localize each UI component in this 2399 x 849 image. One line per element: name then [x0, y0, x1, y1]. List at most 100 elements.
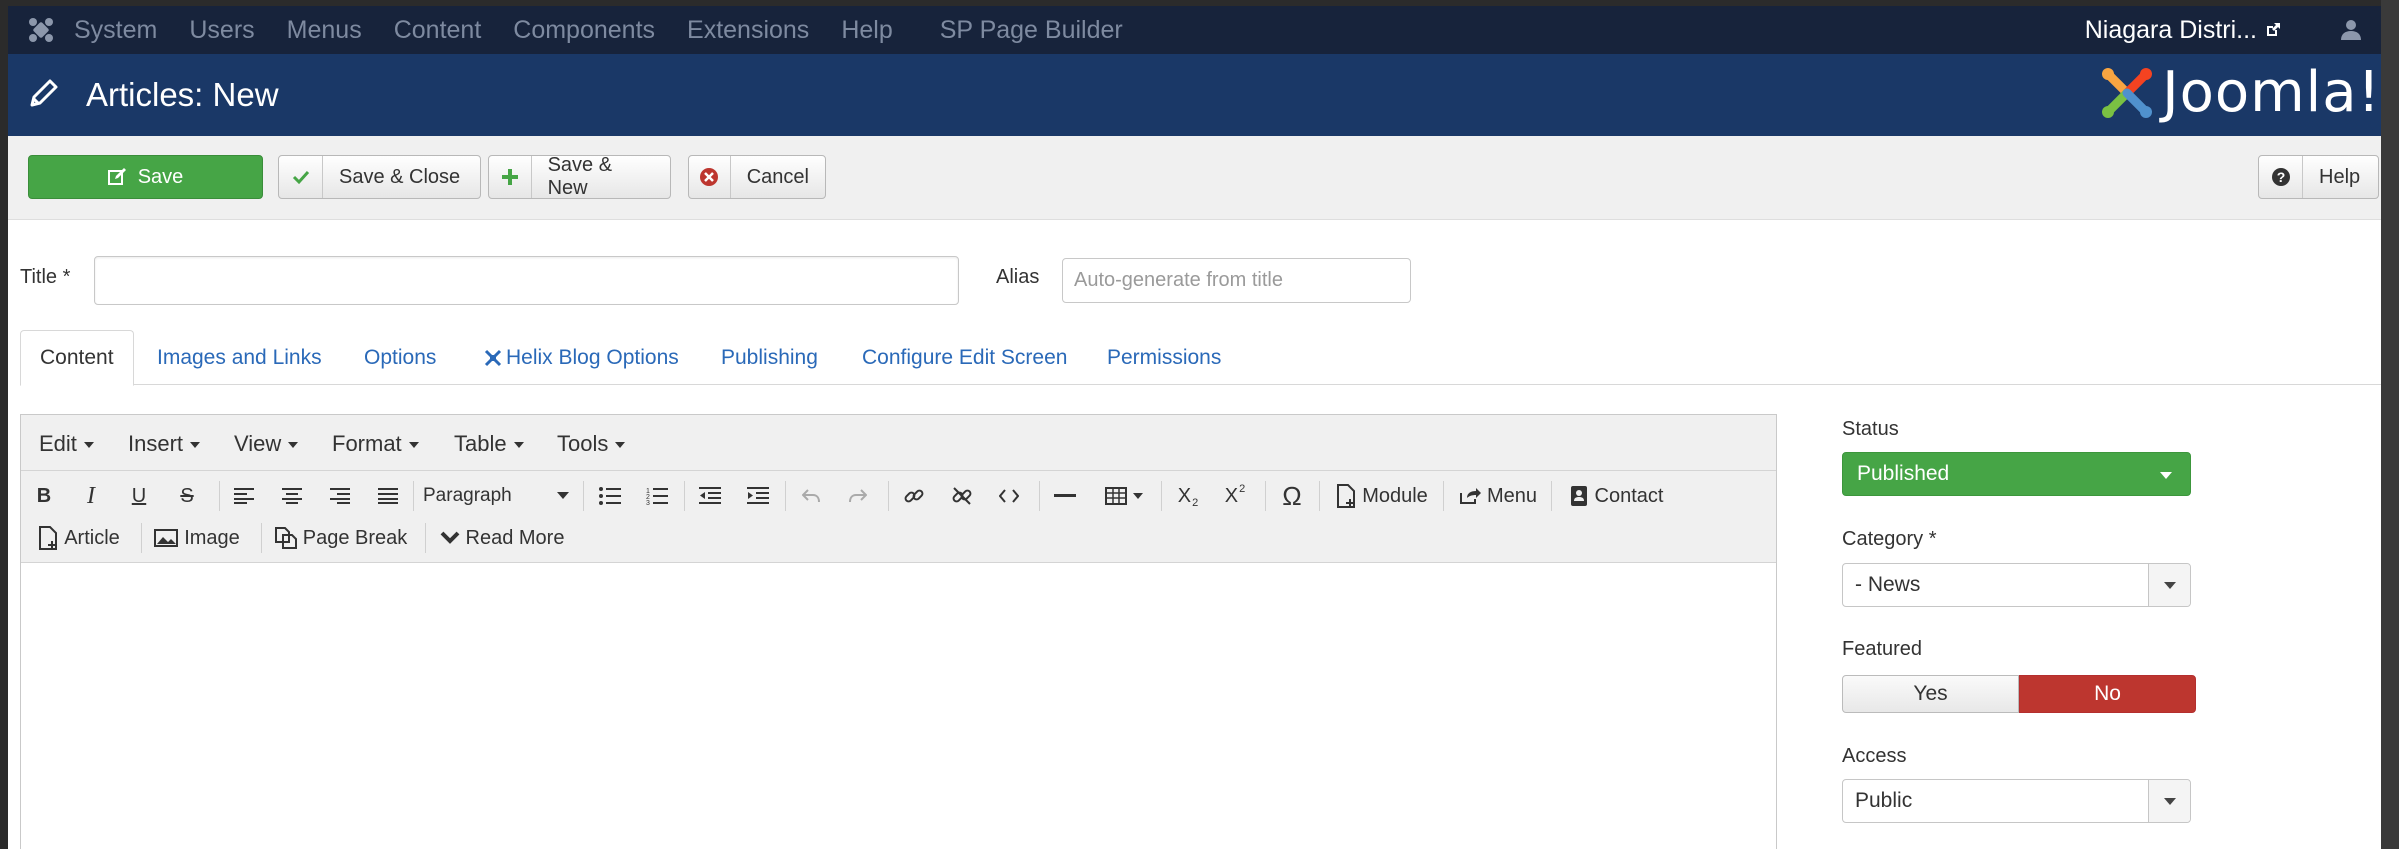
outdent-icon[interactable]	[695, 479, 725, 513]
justify-icon[interactable]	[373, 479, 403, 513]
tab-permissions[interactable]: Permissions	[1107, 330, 1221, 385]
numbered-list-icon[interactable]: 123	[642, 479, 672, 513]
article-button[interactable]: Article	[33, 521, 125, 555]
category-select[interactable]: - News	[1842, 563, 2191, 607]
unlink-icon[interactable]	[947, 479, 977, 513]
nav-extensions[interactable]: Extensions	[687, 16, 809, 45]
indent-icon[interactable]	[743, 479, 773, 513]
align-center-icon[interactable]	[277, 479, 307, 513]
editor-menu-tools[interactable]: Tools	[557, 431, 625, 457]
special-character-icon[interactable]: Ω	[1275, 479, 1309, 513]
toolbar-separator	[1039, 481, 1040, 511]
save-button[interactable]: Save	[28, 155, 263, 199]
format-select-value: Paragraph	[423, 485, 512, 506]
code-icon[interactable]	[994, 479, 1024, 513]
bullet-list-icon[interactable]	[595, 479, 625, 513]
tab-images-and-links[interactable]: Images and Links	[157, 330, 322, 385]
alias-field[interactable]	[1062, 258, 1411, 303]
help-button[interactable]: ? Help	[2258, 155, 2379, 199]
category-label: Category *	[1842, 528, 1937, 550]
table-icon[interactable]	[1099, 479, 1149, 513]
file-add-icon	[1337, 484, 1356, 508]
toolbar-separator	[141, 523, 142, 553]
admin-top-nav: System Users Menus Content Components Ex…	[8, 6, 2381, 54]
status-select[interactable]: Published	[1842, 452, 2191, 496]
align-right-icon[interactable]	[325, 479, 355, 513]
toolbar-separator	[413, 481, 414, 511]
format-select[interactable]: Paragraph	[423, 479, 573, 513]
svg-text:3: 3	[646, 500, 650, 505]
toolbar-separator	[888, 481, 889, 511]
menu-button[interactable]: Menu	[1453, 479, 1543, 513]
picture-icon	[154, 529, 179, 547]
nav-sp-page-builder[interactable]: SP Page Builder	[940, 16, 1123, 45]
module-button[interactable]: Module	[1329, 479, 1435, 513]
editor-menu-view[interactable]: View	[234, 431, 298, 457]
alias-label: Alias	[996, 266, 1040, 288]
chevron-down-icon	[440, 531, 459, 544]
read-more-label: Read More	[465, 526, 565, 549]
article-editor: Edit Insert View Format Table Tools B I …	[20, 414, 1777, 849]
nav-menus[interactable]: Menus	[287, 16, 362, 45]
link-icon[interactable]	[899, 479, 929, 513]
tab-configure-edit-screen[interactable]: Configure Edit Screen	[862, 330, 1067, 385]
cancel-circle-icon	[689, 156, 731, 198]
joomla-menu-icon[interactable]	[8, 17, 74, 43]
share-icon	[1459, 488, 1481, 504]
image-button[interactable]: Image	[151, 521, 243, 555]
strikethrough-icon[interactable]: S	[172, 479, 202, 513]
tab-helix-blog-options[interactable]: Helix Blog Options	[484, 330, 679, 385]
tab-content[interactable]: Content	[20, 330, 134, 386]
redo-icon[interactable]	[843, 479, 873, 513]
chevron-down-icon	[557, 492, 569, 499]
page-break-button[interactable]: Page Break	[271, 521, 411, 555]
contact-button[interactable]: Contact	[1561, 479, 1671, 513]
editor-menu-edit[interactable]: Edit	[39, 431, 94, 457]
tab-options[interactable]: Options	[364, 330, 436, 385]
tab-helix-label: Helix Blog Options	[506, 345, 679, 369]
access-select[interactable]: Public	[1842, 779, 2191, 823]
cancel-label: Cancel	[746, 165, 809, 188]
underline-icon[interactable]: U	[124, 479, 154, 513]
tab-publishing[interactable]: Publishing	[721, 330, 818, 385]
horizontal-line-icon[interactable]	[1050, 479, 1080, 513]
site-link[interactable]: Niagara Distri...	[2085, 16, 2281, 45]
toolbar-separator	[1161, 481, 1162, 511]
address-book-icon	[1570, 486, 1587, 506]
featured-toggle: Yes No	[1842, 675, 2196, 713]
nav-system[interactable]: System	[74, 16, 157, 45]
copy-icon	[274, 527, 297, 549]
page-title: Articles: New	[86, 76, 279, 113]
read-more-button[interactable]: Read More	[435, 521, 569, 555]
editor-content-area[interactable]	[21, 564, 1776, 849]
subscript-icon[interactable]: X2	[1171, 479, 1205, 513]
nav-help[interactable]: Help	[841, 16, 892, 45]
joomla-logo-icon	[2102, 67, 2153, 118]
joomla-wordmark: Joomla!	[2162, 60, 2381, 125]
featured-yes-button[interactable]: Yes	[1842, 675, 2019, 713]
cancel-button[interactable]: Cancel	[688, 155, 826, 199]
italic-icon[interactable]: I	[76, 479, 106, 513]
nav-components[interactable]: Components	[513, 16, 655, 45]
screen-edge-left	[0, 0, 8, 849]
featured-no-button[interactable]: No	[2019, 675, 2196, 713]
superscript-icon[interactable]: X2	[1218, 479, 1252, 513]
editor-menu-format[interactable]: Format	[332, 431, 419, 457]
align-left-icon[interactable]	[229, 479, 259, 513]
bold-icon[interactable]: B	[29, 479, 59, 513]
editor-menu-insert[interactable]: Insert	[128, 431, 200, 457]
file-add-icon	[39, 526, 58, 550]
nav-content[interactable]: Content	[394, 16, 482, 45]
nav-users[interactable]: Users	[189, 16, 254, 45]
save-close-button[interactable]: Save & Close	[278, 155, 481, 199]
edit-icon	[107, 168, 126, 185]
action-toolbar: Save Save & Close Save & New Cancel ? He…	[8, 136, 2381, 220]
editor-menu-table[interactable]: Table	[454, 431, 524, 457]
access-label: Access	[1842, 745, 1907, 767]
save-new-button[interactable]: Save & New	[488, 154, 671, 199]
title-field[interactable]	[94, 256, 959, 305]
featured-label: Featured	[1842, 638, 1923, 660]
undo-icon[interactable]	[796, 479, 826, 513]
toolbar-separator	[261, 523, 262, 553]
user-icon[interactable]	[2321, 19, 2381, 41]
